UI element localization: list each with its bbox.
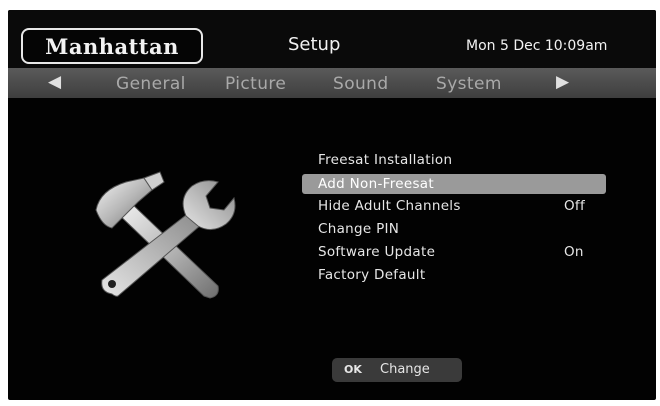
menu-item-add-non-freesat[interactable]: Add Non-Freesat: [302, 174, 606, 194]
tools-icon: [95, 171, 236, 299]
menu-item-value: On: [564, 244, 584, 260]
date-time: Mon 5 Dec 10:09am: [466, 38, 608, 54]
tab-system[interactable]: System: [436, 74, 502, 94]
tab-bar: ◀ General Picture Sound System ▶: [8, 68, 656, 98]
header-bar: Manhattan Setup Mon 5 Dec 10:09am: [8, 10, 656, 68]
page-title: Setup: [288, 34, 341, 55]
ok-action-label: Change: [380, 362, 430, 377]
menu-item-label: Hide Adult Channels: [318, 198, 461, 214]
tab-picture[interactable]: Picture: [225, 74, 286, 94]
brand-logo: Manhattan: [21, 28, 203, 64]
triangle-left-icon[interactable]: ◀: [48, 72, 61, 92]
menu-item-value: Off: [564, 198, 586, 214]
menu-item-freesat-installation[interactable]: Freesat Installation: [302, 150, 606, 170]
tv-screen: Manhattan Setup Mon 5 Dec 10:09am ◀ Gene…: [8, 10, 656, 400]
menu-item-factory-default[interactable]: Factory Default: [302, 265, 606, 285]
tab-sound[interactable]: Sound: [333, 74, 389, 94]
ok-change-button[interactable]: OK Change: [332, 358, 462, 382]
brand-logo-text: Manhattan: [45, 33, 179, 59]
menu-item-label: Software Update: [318, 244, 436, 260]
triangle-right-icon[interactable]: ▶: [556, 72, 569, 92]
menu-item-label: Freesat Installation: [318, 152, 453, 168]
menu-item-label: Change PIN: [318, 221, 400, 237]
menu-item-hide-adult-channels[interactable]: Hide Adult Channels Off: [302, 196, 606, 216]
menu-item-label: Factory Default: [318, 267, 426, 283]
menu-item-software-update[interactable]: Software Update On: [302, 242, 606, 262]
tab-general[interactable]: General: [116, 74, 186, 94]
menu-item-change-pin[interactable]: Change PIN: [302, 219, 606, 239]
ok-key-label: OK: [344, 363, 362, 376]
menu-item-label: Add Non-Freesat: [318, 176, 434, 192]
